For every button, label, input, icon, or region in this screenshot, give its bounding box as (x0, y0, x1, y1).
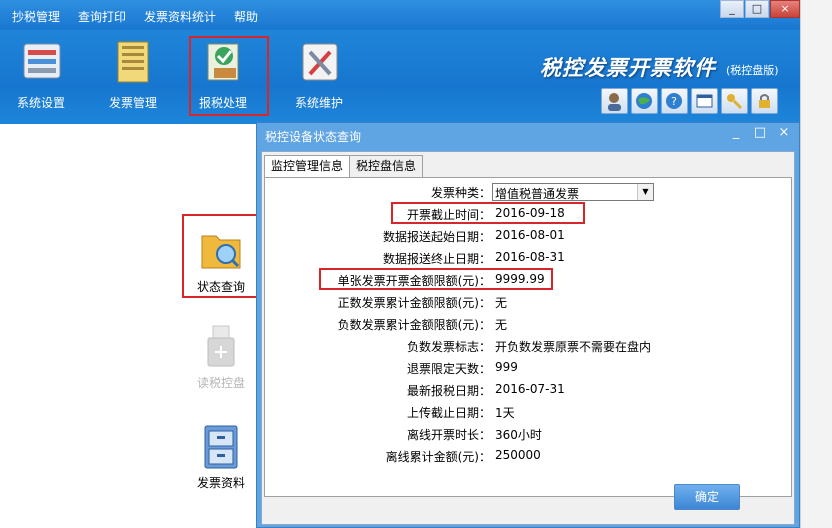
help-icon[interactable]: ? (661, 88, 688, 114)
tool-label: 系统设置 (16, 96, 65, 110)
invoice-folder-icon (117, 41, 149, 83)
brand-subtitle: (税控盘版) (726, 64, 779, 77)
field-value: 开负数发票原票不需要在盘内 (495, 340, 652, 354)
invoice-type-label: 发票种类： (430, 186, 491, 200)
field-value: 999 (495, 360, 518, 374)
field-value: 2016-08-31 (495, 250, 565, 264)
field-value: 无 (495, 296, 508, 310)
field-row: 负数发票标志： 开负数发票原票不需要在盘内 (265, 338, 793, 356)
tab-panel: 发票种类： 增值税普通发票 ▼ 开票截止时间： 2016-09-18 数据报送起… (264, 177, 792, 497)
tool-system-settings[interactable]: 系统设置 (6, 36, 76, 116)
left-item-invoice-data[interactable]: 发票资料 (186, 422, 256, 494)
left-panel: 状态查询 读税控盘 发票资料 (0, 124, 258, 528)
lock-icon[interactable] (751, 88, 778, 114)
usb-icon (207, 325, 235, 367)
field-value: 250000 (495, 448, 541, 462)
highlight-box (391, 202, 585, 224)
window-controls: _ □ × (719, 0, 800, 20)
field-row: 数据报送起始日期： 2016-08-01 (265, 228, 793, 246)
dialog-minimize-button[interactable]: _ (725, 125, 747, 143)
field-label: 离线开票时长： (406, 428, 491, 442)
tab-monitor-info[interactable]: 监控管理信息 (264, 155, 351, 178)
menu-tax-copy[interactable]: 抄税管理 (12, 8, 60, 25)
minimize-button[interactable]: _ (720, 0, 744, 18)
field-row: 退票限定天数： 999 (265, 360, 793, 378)
field-label: 最新报税日期： (406, 384, 491, 398)
invoice-type-value: 增值税普通发票 (495, 187, 580, 201)
ok-button[interactable]: 确定 (674, 484, 740, 510)
highlight-box (182, 214, 258, 298)
tool-invoice-management[interactable]: 发票管理 (98, 36, 168, 116)
chevron-down-icon: ▼ (637, 184, 653, 200)
dialog-controls: _ □ × (723, 125, 795, 143)
field-label: 上传截止日期： (406, 406, 491, 420)
menu-invoice-stats[interactable]: 发票资料统计 (144, 8, 216, 25)
field-row: 正数发票累计金额限额(元)： 无 (265, 294, 793, 312)
field-label: 正数发票累计金额限额(元)： (337, 296, 491, 310)
window-icon[interactable] (691, 88, 718, 114)
field-label: 负数发票标志： (406, 340, 491, 354)
menu-help[interactable]: 帮助 (234, 8, 258, 25)
highlight-box (319, 268, 553, 290)
field-row: 负数发票累计金额限额(元)： 无 (265, 316, 793, 334)
settings-panel-icon (23, 43, 61, 79)
tool-label: 系统维护 (294, 96, 343, 110)
left-item-read-tax-disk[interactable]: 读税控盘 (186, 320, 256, 392)
menu-bar: 抄税管理 查询打印 发票资料统计 帮助 _ □ × (0, 0, 800, 30)
cabinet-icon (204, 425, 238, 469)
key-icon[interactable] (721, 88, 748, 114)
globe-icon[interactable] (631, 88, 658, 114)
field-row: 离线开票时长： 360小时 (265, 426, 793, 444)
svg-text:?: ? (671, 95, 677, 108)
field-value: 360小时 (495, 428, 542, 442)
brand-title: 税控发票开票软件 (540, 56, 716, 80)
highlight-box (189, 36, 269, 116)
field-value: 2016-07-31 (495, 382, 565, 396)
invoice-type-select[interactable]: 增值税普通发票 ▼ (492, 183, 654, 201)
left-item-label: 读税控盘 (196, 376, 245, 390)
user-icon[interactable] (601, 88, 628, 114)
maximize-button[interactable]: □ (745, 0, 769, 18)
close-button[interactable]: × (770, 0, 800, 18)
main-window: 抄税管理 查询打印 发票资料统计 帮助 _ □ × 系统设置 发票管理 报税处理… (0, 0, 800, 528)
field-row: 离线累计金额(元)： 250000 (265, 448, 793, 466)
field-row: 最新报税日期： 2016-07-31 (265, 382, 793, 400)
dialog-body: 监控管理信息 税控盘信息 发票种类： 增值税普通发票 ▼ 开票截止时间： 201… (261, 151, 795, 525)
left-item-label: 发票资料 (196, 476, 245, 490)
status-query-dialog: 税控设备状态查询 _ □ × 监控管理信息 税控盘信息 发票种类： 增值税普通发… (256, 122, 800, 528)
toolbar: 系统设置 发票管理 报税处理 系统维护 税控发票开票软件 (税控盘版) ? (0, 30, 800, 124)
field-label: 数据报送终止日期： (382, 252, 491, 266)
dialog-close-button[interactable]: × (773, 125, 795, 143)
field-value: 无 (495, 318, 508, 332)
maintenance-tools-icon (302, 43, 338, 81)
menu-query-print[interactable]: 查询打印 (78, 8, 126, 25)
dialog-maximize-button[interactable]: □ (749, 125, 771, 143)
quick-icons: ? (601, 88, 781, 114)
field-value: 1天 (495, 406, 515, 420)
field-label: 离线累计金额(元)： (385, 450, 491, 464)
field-label: 退票限定天数： (406, 362, 491, 376)
tool-system-maintenance[interactable]: 系统维护 (284, 36, 354, 116)
field-row: 上传截止日期： 1天 (265, 404, 793, 422)
background-window-strip (800, 0, 832, 528)
tool-label: 发票管理 (108, 96, 157, 110)
field-value: 2016-08-01 (495, 228, 565, 242)
field-label: 负数发票累计金额限额(元)： (337, 318, 491, 332)
field-label: 数据报送起始日期： (382, 230, 491, 244)
field-row: 数据报送终止日期： 2016-08-31 (265, 250, 793, 268)
tab-tax-disk-info[interactable]: 税控盘信息 (349, 155, 424, 177)
dialog-title: 税控设备状态查询 (265, 130, 362, 144)
tab-bar: 监控管理信息 税控盘信息 (264, 155, 424, 178)
